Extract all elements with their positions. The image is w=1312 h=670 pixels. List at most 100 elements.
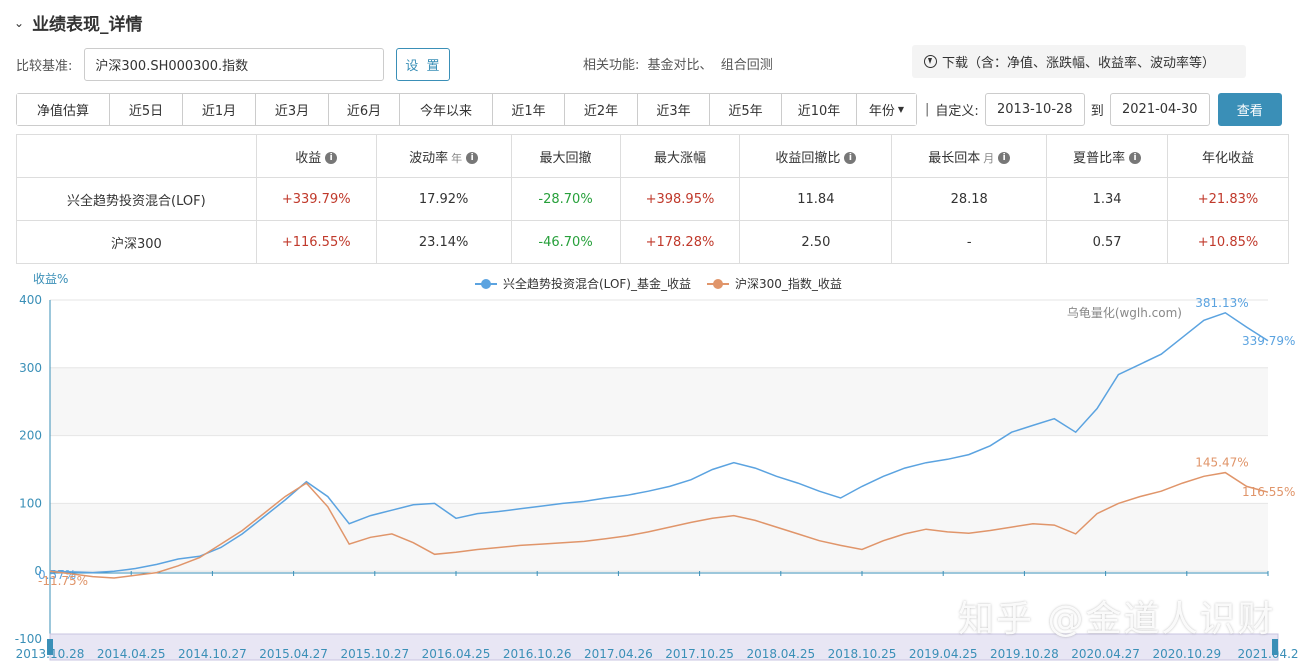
x-tick-label: 2015.10.27 [340, 647, 409, 661]
page-title: 业绩表现_详情 [32, 15, 143, 35]
cell-sharpe: 0.57 [1046, 220, 1169, 264]
portfolio-backtest-link[interactable]: 组合回测 [721, 58, 773, 73]
y-tick-label: 200 [19, 429, 42, 443]
tab-1m[interactable]: 近1月 [183, 94, 256, 125]
cell-recovery: 28.18 [891, 177, 1048, 221]
plot-band [50, 435, 1268, 504]
header-empty [16, 134, 257, 178]
x-tick-label: 2016.04.25 [422, 647, 491, 661]
benchmark-input[interactable]: 沪深300.SH000300.指数 [84, 48, 385, 81]
cell-annual: +21.83% [1167, 177, 1289, 221]
header-max-drawdown: 最大回撤 [510, 134, 621, 178]
cell-volatility: 23.14% [375, 220, 512, 264]
tab-10y[interactable]: 近10年 [782, 94, 857, 125]
divider: | [925, 102, 930, 117]
header-volatility: 波动率年 i [375, 134, 512, 178]
query-button[interactable]: 查看 [1217, 93, 1282, 126]
benchmark-label: 比较基准: [16, 59, 73, 74]
x-tick-label: 2015.04.27 [259, 647, 328, 661]
download-label: 下载（含：净值、涨跌幅、收益率、波动率等） [942, 56, 1216, 71]
range-bar: 净值估算 近5日 近1月 近3月 近6月 今年以来 近1年 近2年 近3年 近5… [16, 93, 1282, 126]
row-name: 兴全趋势投资混合(LOF) [16, 177, 257, 221]
start-date-input[interactable]: 2013-10-28 [984, 93, 1085, 126]
year-dropdown-label: 年份 [868, 104, 895, 119]
series-max-label: 381.13% [1195, 296, 1248, 310]
fund-compare-link[interactable]: 基金对比、 [648, 58, 713, 73]
cell-max-drawdown: -28.70% [510, 177, 621, 221]
download-button[interactable]: 下载（含：净值、涨跌幅、收益率、波动率等） [912, 45, 1246, 78]
header-return: 收益 i [255, 134, 377, 178]
chevron-down-icon[interactable]: ⌄ [14, 16, 24, 30]
period-tabs: 净值估算 近5日 近1月 近3月 近6月 今年以来 近1年 近2年 近3年 近5… [16, 93, 917, 126]
x-tick-label: 2020.04.27 [1071, 647, 1140, 661]
chart-watermark: 乌龟量化(wglh.com) [1067, 305, 1182, 320]
header-return-drawdown-ratio: 收益回撤比 i [739, 134, 893, 178]
info-icon[interactable]: i [998, 152, 1011, 164]
info-icon[interactable]: i [325, 152, 338, 164]
info-icon[interactable]: i [466, 152, 479, 164]
x-tick-label: 2014.04.25 [97, 647, 166, 661]
info-icon[interactable]: i [844, 152, 857, 164]
header-max-gain: 最大涨幅 [619, 134, 741, 178]
x-tick-label: 2016.10.26 [503, 647, 572, 661]
series-end-label: 116.55% [1242, 485, 1295, 499]
y-tick-label: 100 [19, 496, 42, 510]
related-label: 相关功能: [583, 58, 640, 73]
cell-sharpe: 1.34 [1046, 177, 1169, 221]
header-longest-recovery: 最长回本月 i [891, 134, 1048, 178]
legend-swatch-dot [481, 279, 491, 289]
legend-item: 沪深300_指数_收益 [735, 276, 842, 291]
stats-table: 收益 i 波动率年 i 最大回撤 最大涨幅 收益回撤比 i 最长回本月 i 夏普比率 i … [16, 134, 1289, 264]
series-start-label: -11.75% [38, 574, 88, 588]
tab-5y[interactable]: 近5年 [710, 94, 782, 125]
header-annual-return: 年化收益 [1167, 134, 1289, 178]
tab-6m[interactable]: 近6月 [329, 94, 400, 125]
cell-recovery: - [891, 220, 1048, 264]
x-tick-label: 2019.04.25 [909, 647, 978, 661]
cell-annual: +10.85% [1167, 220, 1289, 264]
x-tick-label: 2018.10.25 [828, 647, 897, 661]
tab-nav-estimate[interactable]: 净值估算 [17, 94, 110, 125]
legend-swatch-dot [713, 279, 723, 289]
x-tick-label: 2019.10.28 [990, 647, 1059, 661]
x-tick-label: 2014.10.27 [178, 647, 247, 661]
section-header[interactable]: ⌄ 业绩表现_详情 [14, 10, 143, 35]
tab-3y[interactable]: 近3年 [638, 94, 710, 125]
x-tick-label: 2017.04.26 [584, 647, 653, 661]
info-icon[interactable]: i [1129, 152, 1142, 164]
cell-max-drawdown: -46.70% [510, 220, 621, 264]
x-tick-label: 2020.10.29 [1152, 647, 1221, 661]
tab-ytd[interactable]: 今年以来 [400, 94, 493, 125]
tab-5d[interactable]: 近5日 [110, 94, 183, 125]
tab-3m[interactable]: 近3月 [256, 94, 329, 125]
cell-ratio: 11.84 [739, 177, 893, 221]
x-tick-label: 2018.04.25 [746, 647, 815, 661]
legend-item: 兴全趋势投资混合(LOF)_基金_收益 [503, 276, 691, 291]
cell-return: +339.79% [255, 177, 377, 221]
benchmark-row: 比较基准: 沪深300.SH000300.指数 设 置 [16, 48, 451, 81]
custom-range-label: 自定义: [935, 104, 979, 119]
cell-return: +116.55% [255, 220, 377, 264]
y-tick-label: -100 [15, 632, 42, 646]
tab-2y[interactable]: 近2年 [565, 94, 638, 125]
x-tick-label: 2013.10.28 [16, 647, 85, 661]
download-icon [924, 55, 937, 68]
end-date-input[interactable]: 2021-04-30 [1109, 93, 1210, 126]
plot-band [50, 367, 1268, 436]
table-row: 沪深300 +116.55% 23.14% -46.70% +178.28% 2… [16, 220, 1289, 264]
x-tick-label: 2021.04.2 [1237, 647, 1298, 661]
y-axis-label: 收益% [33, 272, 68, 286]
x-tick-label: 2017.10.25 [665, 647, 734, 661]
table-header-row: 收益 i 波动率年 i 最大回撤 最大涨幅 收益回撤比 i 最长回本月 i 夏普比率 i … [16, 134, 1289, 178]
series-max-label: 145.47% [1195, 456, 1248, 470]
caret-down-icon: ▼ [897, 105, 905, 114]
set-button[interactable]: 设 置 [396, 48, 451, 81]
to-label: 到 [1090, 104, 1104, 119]
header-sharpe: 夏普比率 i [1046, 134, 1169, 178]
tab-year-dropdown[interactable]: 年份 ▼ [857, 94, 916, 125]
row-name: 沪深300 [16, 220, 257, 264]
y-tick-label: 400 [19, 293, 42, 307]
footer-watermark: 知乎 @金道人识财 [958, 599, 1276, 640]
related-functions: 相关功能: 基金对比、 组合回测 [583, 54, 777, 73]
tab-1y[interactable]: 近1年 [493, 94, 565, 125]
